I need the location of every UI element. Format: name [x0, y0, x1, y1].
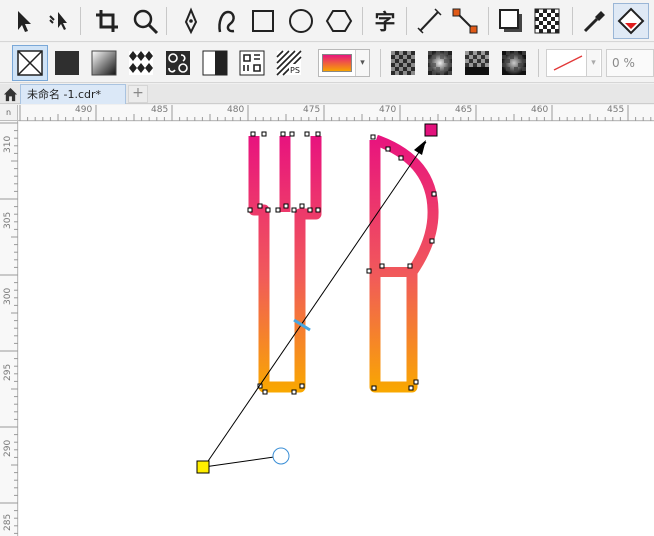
ruler-label: 300: [3, 287, 13, 305]
postscript-fill-icon: PS: [276, 50, 302, 76]
pen-tool[interactable]: [174, 4, 208, 38]
crop-tool[interactable]: [90, 4, 124, 38]
ruler-label: 285: [3, 513, 13, 531]
transparency-pattern-button[interactable]: [460, 46, 494, 80]
shape-tool-icon: [49, 12, 67, 30]
ruler-label: 465: [455, 105, 473, 115]
color-eyedropper-tool[interactable]: [578, 4, 612, 38]
polygon-tool-icon: [325, 10, 353, 32]
drop-shadow-tool[interactable]: [494, 4, 528, 38]
two-color-pattern-fill-button[interactable]: [198, 46, 232, 80]
gradient-start-handle[interactable]: [196, 460, 210, 474]
ruler-label: 490: [75, 105, 93, 115]
connector-tool[interactable]: [448, 4, 482, 38]
zoom-tool[interactable]: [128, 4, 162, 38]
fountain-fill-button[interactable]: [87, 46, 121, 80]
text-tool[interactable]: 字: [368, 4, 402, 38]
red-line-swatch-icon: [553, 55, 583, 71]
ellipse-tool-icon: [289, 9, 313, 33]
chevron-down-icon: ▾: [586, 50, 600, 76]
uniform-fill-button[interactable]: [50, 46, 84, 80]
texture-fill-button[interactable]: [235, 46, 269, 80]
shape-tool[interactable]: [42, 4, 76, 38]
checker-uniform-icon: [391, 51, 415, 75]
ruler-label: 295: [3, 363, 13, 381]
transparency-fountain-button[interactable]: [423, 46, 457, 80]
transparency-tool-icon: [534, 8, 560, 34]
no-fill-button[interactable]: [12, 45, 48, 81]
interactive-fill-tool[interactable]: [613, 3, 649, 39]
transparency-uniform-button[interactable]: [386, 46, 420, 80]
text-tool-icon: 字: [374, 10, 396, 34]
rectangle-tool-icon: [252, 10, 274, 32]
bitmap-pattern-icon: [166, 51, 190, 75]
checker-texture-icon: [502, 51, 526, 75]
horizontal-ruler-ticks: [19, 105, 652, 121]
ruler-label: 485: [151, 105, 169, 115]
chevron-down-icon: ▾: [355, 50, 369, 76]
ruler-label: 455: [607, 105, 625, 115]
drawing-canvas[interactable]: [19, 122, 654, 536]
vertical-ruler-ticks: [0, 122, 18, 534]
zoom-tool-icon: [133, 9, 159, 35]
uniform-fill-icon: [55, 51, 79, 75]
fountain-fill-icon: [91, 50, 117, 76]
transparency-percent-field[interactable]: 0 %: [606, 49, 654, 77]
checker-fountain-icon: [428, 51, 452, 75]
pick-tool[interactable]: [6, 4, 40, 38]
vector-pattern-fill-button[interactable]: [124, 46, 158, 80]
home-icon[interactable]: [0, 84, 20, 104]
ellipse-tool[interactable]: [284, 4, 318, 38]
ruler-label: 290: [3, 439, 13, 457]
pen-tool-icon: [184, 7, 198, 35]
connector-tool-icon: [452, 8, 478, 34]
horizontal-ruler[interactable]: 490 485 480 475 470 465 460 455: [18, 105, 654, 121]
crop-tool-icon: [96, 10, 118, 32]
transparency-texture-button[interactable]: [497, 46, 531, 80]
two-color-pattern-icon: [202, 50, 228, 76]
polygon-tool[interactable]: [322, 4, 356, 38]
new-tab-button[interactable]: +: [128, 85, 148, 103]
toolbox: 字: [0, 0, 654, 42]
svg-text:PS: PS: [290, 66, 300, 75]
bitmap-pattern-fill-button[interactable]: [161, 46, 195, 80]
fill-color-picker[interactable]: ▾: [318, 49, 370, 77]
postscript-fill-button[interactable]: PS: [272, 46, 306, 80]
no-fill-icon: [17, 50, 43, 76]
parallel-dimension-icon: [417, 8, 442, 34]
coreldraw-window: 字 PS ▾ ▾ 0 % 未命名 -1.cdr* + n 490 485 480…: [0, 0, 654, 536]
pick-tool-icon: [18, 11, 31, 32]
outline-color-picker[interactable]: ▾: [546, 49, 602, 77]
ruler-label: 305: [3, 211, 13, 229]
rectangle-tool[interactable]: [246, 4, 280, 38]
checker-pattern-icon: [465, 51, 489, 75]
property-bar: PS ▾ ▾ 0 %: [0, 43, 654, 83]
ruler-label: 475: [303, 105, 321, 115]
color-eyedropper-icon: [583, 11, 605, 33]
document-tab[interactable]: 未命名 -1.cdr*: [20, 84, 126, 104]
gradient-swatch: [322, 54, 352, 72]
interactive-fill-icon: [617, 7, 645, 35]
vector-pattern-icon: [129, 51, 153, 75]
arrow-head-icon: [414, 140, 426, 155]
gradient-end-handle[interactable]: [424, 123, 438, 137]
texture-fill-icon: [239, 50, 265, 76]
artistic-media-icon: [218, 10, 235, 33]
gradient-angle-handle[interactable]: [272, 447, 290, 465]
ruler-label: 310: [3, 135, 13, 153]
drop-shadow-icon: [499, 9, 522, 32]
ruler-label: 480: [227, 105, 245, 115]
parallel-dimension-tool[interactable]: [412, 4, 446, 38]
transparency-tool[interactable]: [530, 4, 564, 38]
fork-shape[interactable]: [248, 136, 322, 393]
ruler-origin[interactable]: n: [0, 105, 18, 121]
artistic-media-tool[interactable]: [210, 4, 244, 38]
ruler-label: 460: [531, 105, 549, 115]
ruler-label: 470: [379, 105, 397, 115]
vertical-ruler[interactable]: 310 305 300 295 290 285: [0, 121, 18, 536]
document-tab-bar: 未命名 -1.cdr* +: [0, 84, 654, 104]
